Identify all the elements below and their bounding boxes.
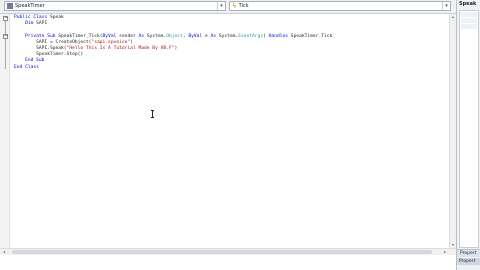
code-token: Object bbox=[166, 33, 183, 39]
status-area bbox=[0, 255, 480, 270]
properties-header[interactable]: Propert bbox=[457, 249, 480, 257]
code-token: End Sub bbox=[14, 58, 45, 64]
code-token: "Hello This Is A Tutorial Made By VB.F" bbox=[66, 45, 175, 51]
properties-tab[interactable]: Propert bbox=[457, 258, 480, 265]
code-token: SAPI.Speak( bbox=[14, 45, 67, 51]
code-token: System. bbox=[144, 33, 167, 39]
code-token: Speak bbox=[47, 15, 64, 20]
code-token: Dim bbox=[14, 21, 34, 27]
class-name-dropdown[interactable]: SpeakTimer ▾ bbox=[4, 1, 226, 11]
code-token: SAPI = CreateObject( bbox=[14, 39, 92, 45]
method-name-dropdown[interactable]: ϟ Tick ▾ bbox=[229, 1, 451, 11]
code-editor-window: SpeakTimer ▾ ϟ Tick ▾ − − Public Class S… bbox=[0, 0, 480, 270]
panel-row bbox=[461, 24, 477, 29]
horizontal-scroll-thumb[interactable] bbox=[12, 250, 432, 254]
event-lightning-icon: ϟ bbox=[232, 2, 237, 10]
outline-line bbox=[5, 39, 6, 69]
code-token: sender bbox=[116, 33, 139, 39]
code-token: ByVal bbox=[102, 33, 117, 39]
code-token: End Class bbox=[14, 64, 39, 70]
code-token: "sapi.spvoice" bbox=[91, 39, 131, 45]
chevron-down-icon: ▾ bbox=[217, 2, 225, 10]
outline-gutter: − − bbox=[0, 14, 10, 248]
code-token: System. bbox=[216, 33, 239, 39]
text-cursor-icon bbox=[151, 110, 154, 118]
code-text-area[interactable]: − − Public Class Speak Dim SAPI​ Private… bbox=[0, 14, 457, 248]
right-side-panel: Speak Propert Propert bbox=[456, 0, 480, 270]
chevron-down-icon: ▾ bbox=[442, 2, 450, 10]
panel-row bbox=[461, 12, 477, 17]
code-token: ) bbox=[130, 39, 133, 45]
code-token: SpeakTimer_Tick( bbox=[55, 33, 103, 39]
code-line: End Class bbox=[14, 65, 332, 71]
code-token: Handles bbox=[268, 33, 289, 39]
method-name-value: Tick bbox=[238, 3, 249, 9]
navigation-bar: SpeakTimer ▾ ϟ Tick ▾ bbox=[0, 0, 456, 14]
code-token: ByVal bbox=[188, 33, 203, 39]
code-token: SpeakTimer.Tick bbox=[288, 33, 333, 39]
code-token: ) bbox=[174, 45, 178, 51]
class-name-value: SpeakTimer bbox=[15, 3, 45, 9]
source-code: Public Class Speak Dim SAPI​ Private Sub… bbox=[14, 15, 332, 71]
code-token: Private Sub bbox=[14, 33, 56, 39]
code-token: EventArgs bbox=[238, 33, 264, 39]
code-token: e bbox=[202, 33, 211, 39]
panel-row bbox=[461, 18, 477, 23]
class-icon bbox=[7, 3, 13, 9]
code-token: SAPI bbox=[33, 21, 48, 27]
code-token: Public Class bbox=[14, 15, 48, 20]
code-token: SpeakTimer.Stop() bbox=[14, 52, 84, 58]
panel-content bbox=[459, 10, 479, 248]
panel-title: Speak bbox=[459, 1, 477, 7]
